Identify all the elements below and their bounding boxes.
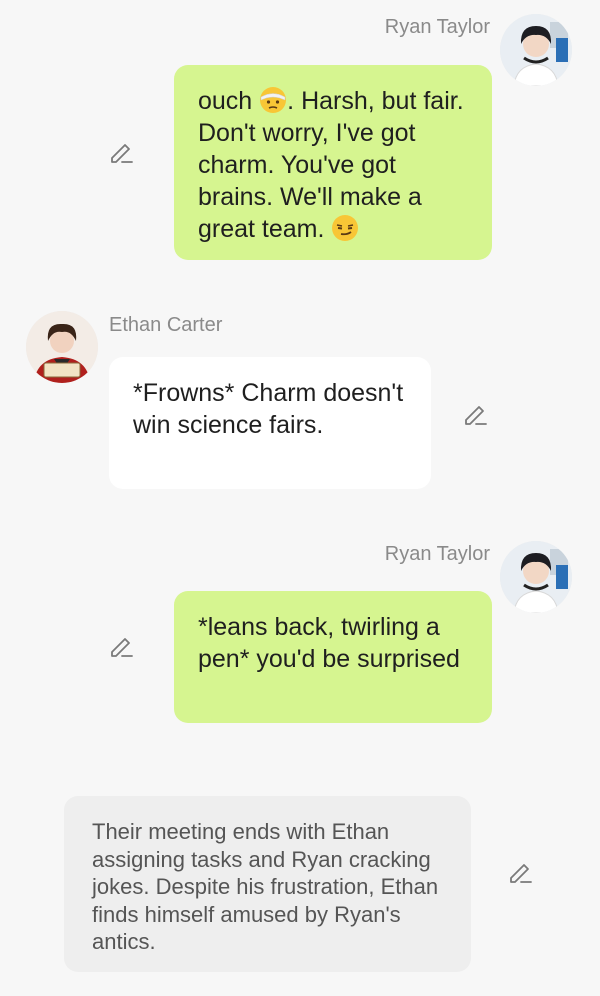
chat-log: Ryan Taylor ouch . Harsh, but fair. Don'… bbox=[0, 0, 600, 996]
avatar-image bbox=[500, 14, 572, 86]
pencil-icon bbox=[510, 864, 532, 883]
avatar-ethan[interactable] bbox=[26, 311, 98, 383]
message-bubble-user: *leans back, twirling a pen* you'd be su… bbox=[174, 591, 492, 723]
pencil-icon[interactable] bbox=[108, 138, 136, 166]
pencil-icon bbox=[465, 406, 487, 425]
avatar-image bbox=[500, 541, 572, 613]
avatar-ryan[interactable] bbox=[500, 541, 572, 613]
pencil-icon[interactable] bbox=[507, 858, 535, 886]
message-bubble-character: *Frowns* Charm doesn't win science fairs… bbox=[109, 357, 431, 489]
pencil-icon bbox=[111, 638, 133, 657]
message-bubble-user: ouch . Harsh, but fair. Don't worry, I'v… bbox=[174, 65, 492, 260]
message-text: ouch bbox=[198, 87, 260, 115]
sender-name: Ryan Taylor bbox=[384, 543, 490, 565]
pencil-icon[interactable] bbox=[108, 632, 136, 660]
sender-name: Ethan Carter bbox=[109, 314, 223, 336]
narration-bubble: Their meeting ends with Ethan assigning … bbox=[64, 796, 471, 972]
avatar-image bbox=[26, 311, 98, 383]
avatar-ryan[interactable] bbox=[500, 14, 572, 86]
smirk-face-icon bbox=[332, 215, 359, 241]
bandage-face-icon bbox=[260, 87, 287, 113]
sender-name: Ryan Taylor bbox=[384, 16, 490, 38]
pencil-icon[interactable] bbox=[462, 400, 490, 428]
pencil-icon bbox=[111, 144, 133, 163]
